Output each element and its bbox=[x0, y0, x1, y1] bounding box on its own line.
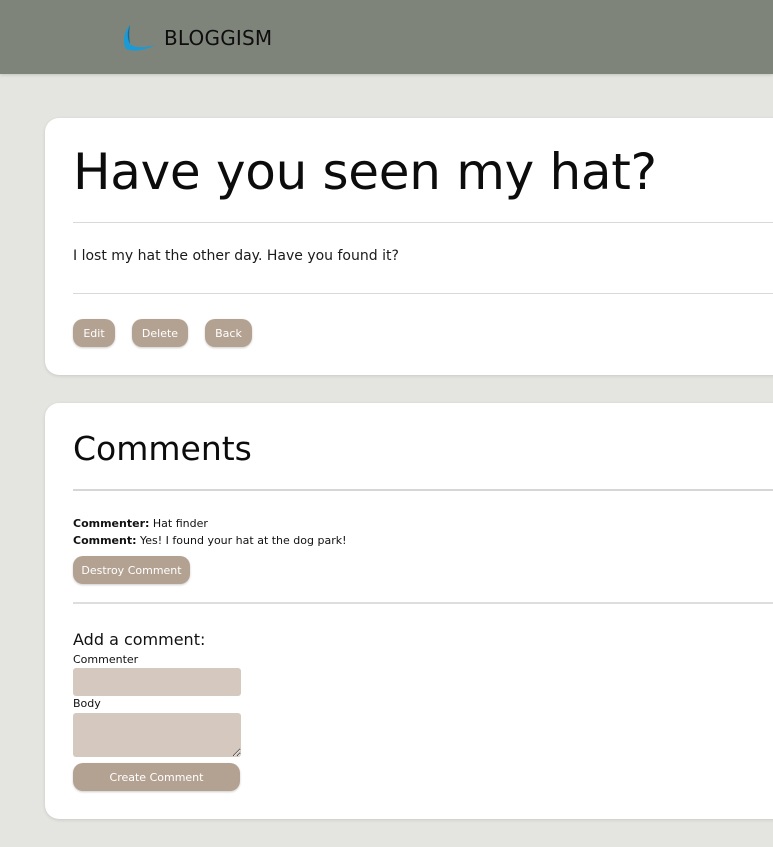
commenter-label: Commenter: bbox=[73, 517, 150, 530]
comment-body: Yes! I found your hat at the dog park! bbox=[140, 534, 347, 547]
comment-divider bbox=[73, 602, 773, 604]
post-title: Have you seen my hat? bbox=[73, 143, 657, 201]
bloggism-logo-icon bbox=[123, 25, 156, 51]
commenter-field-label: Commenter bbox=[73, 653, 139, 666]
body-field-label: Body bbox=[73, 697, 101, 710]
top-navbar: BLOGGISM bbox=[0, 0, 773, 74]
comment-commenter-line: Commenter: Hat finder bbox=[73, 517, 208, 530]
post-body: I lost my hat the other day. Have you fo… bbox=[73, 248, 399, 264]
comment-body-line: Comment: Yes! I found your hat at the do… bbox=[73, 534, 347, 547]
comments-card: Comments Commenter: Hat finder Comment: … bbox=[45, 403, 773, 819]
post-card: Have you seen my hat? I lost my hat the … bbox=[45, 118, 773, 375]
create-comment-button[interactable]: Create Comment bbox=[73, 763, 240, 791]
delete-button[interactable]: Delete bbox=[132, 319, 188, 347]
body-textarea[interactable] bbox=[73, 713, 241, 757]
post-divider-top bbox=[73, 222, 773, 223]
brand-name: BLOGGISM bbox=[164, 26, 273, 50]
destroy-comment-button[interactable]: Destroy Comment bbox=[73, 556, 190, 584]
comments-heading: Comments bbox=[73, 429, 252, 468]
post-divider-bottom bbox=[73, 293, 773, 294]
back-button[interactable]: Back bbox=[205, 319, 252, 347]
edit-button[interactable]: Edit bbox=[73, 319, 115, 347]
brand-home-link[interactable]: BLOGGISM bbox=[121, 22, 272, 54]
comment-label: Comment: bbox=[73, 534, 137, 547]
commenter-input[interactable] bbox=[73, 668, 241, 696]
comments-divider bbox=[73, 489, 773, 491]
commenter-name: Hat finder bbox=[152, 517, 208, 530]
add-comment-heading: Add a comment: bbox=[73, 630, 206, 649]
